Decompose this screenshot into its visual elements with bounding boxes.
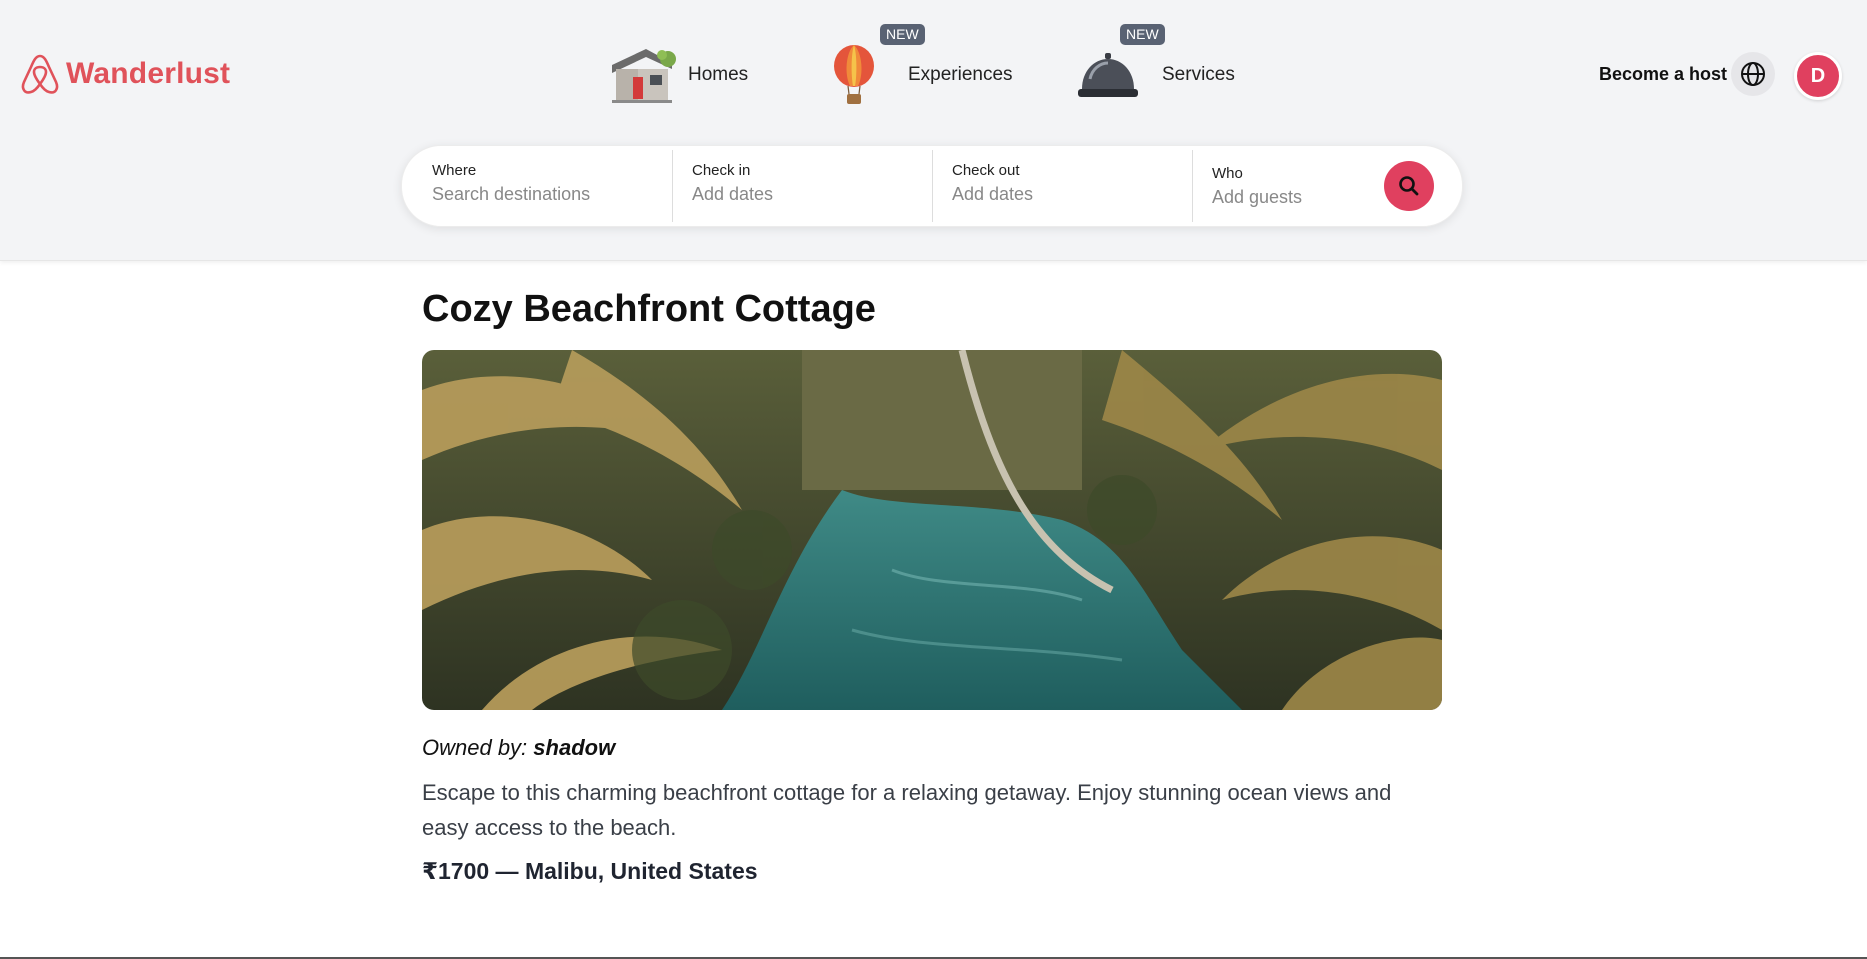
owner-prefix: Owned by:: [422, 735, 528, 760]
search-divider: [1192, 150, 1193, 222]
nav-label-experiences: Experiences: [908, 64, 1013, 85]
new-badge: NEW: [880, 24, 925, 45]
who-label: Who: [1212, 165, 1243, 182]
nav-label-homes: Homes: [688, 64, 749, 85]
search-divider: [672, 150, 673, 222]
checkin-input[interactable]: Add dates: [692, 184, 922, 205]
user-avatar[interactable]: D: [1794, 52, 1842, 100]
hot-air-balloon-icon: [834, 45, 874, 104]
search-checkout[interactable]: Check out Add dates: [952, 162, 1182, 210]
search-icon: [1399, 176, 1419, 196]
airbnb-logo-icon: [21, 54, 59, 94]
search-divider: [932, 150, 933, 222]
nav-label-services: Services: [1162, 64, 1235, 85]
listing-title: Cozy Beachfront Cottage: [422, 288, 876, 330]
where-input[interactable]: Search destinations: [432, 184, 662, 205]
search-where[interactable]: Where Search destinations: [432, 162, 662, 210]
new-badge: NEW: [1120, 24, 1165, 45]
brand-logo[interactable]: Wanderlust: [20, 52, 230, 96]
tropical-lagoon-image: [422, 350, 1442, 710]
nav-homes[interactable]: Homes: [606, 40, 748, 110]
globe-icon: [1741, 62, 1765, 86]
nav-services[interactable]: NEW Services: [1076, 24, 1235, 110]
search-checkin[interactable]: Check in Add dates: [692, 162, 922, 210]
price-location: ₹1700 — Malibu, United States: [422, 858, 758, 884]
become-host-link[interactable]: Become a host: [1599, 64, 1727, 85]
who-input[interactable]: Add guests: [1212, 187, 1372, 208]
listing-photo: [422, 350, 1442, 710]
owner-name: shadow: [533, 735, 616, 760]
owner-line: Owned by: shadow: [422, 735, 615, 761]
listing-description: Escape to this charming beachfront cotta…: [422, 780, 1392, 840]
house-icon: [612, 49, 676, 103]
checkout-input[interactable]: Add dates: [952, 184, 1182, 205]
checkout-label: Check out: [952, 162, 1020, 179]
language-button[interactable]: [1731, 52, 1775, 96]
search-button[interactable]: [1384, 161, 1434, 211]
where-label: Where: [432, 162, 477, 179]
nav-experiences[interactable]: NEW Experiences: [832, 24, 1013, 110]
search-bar: Where Search destinations Check in Add d…: [401, 145, 1463, 227]
checkin-label: Check in: [692, 162, 751, 179]
site-header: Wanderlust Homes NEW Experiences NEW Ser…: [0, 0, 1867, 261]
brand-name: Wanderlust: [66, 57, 231, 90]
search-who[interactable]: Who Add guests: [1212, 165, 1372, 213]
service-bell-icon: [1078, 53, 1138, 97]
